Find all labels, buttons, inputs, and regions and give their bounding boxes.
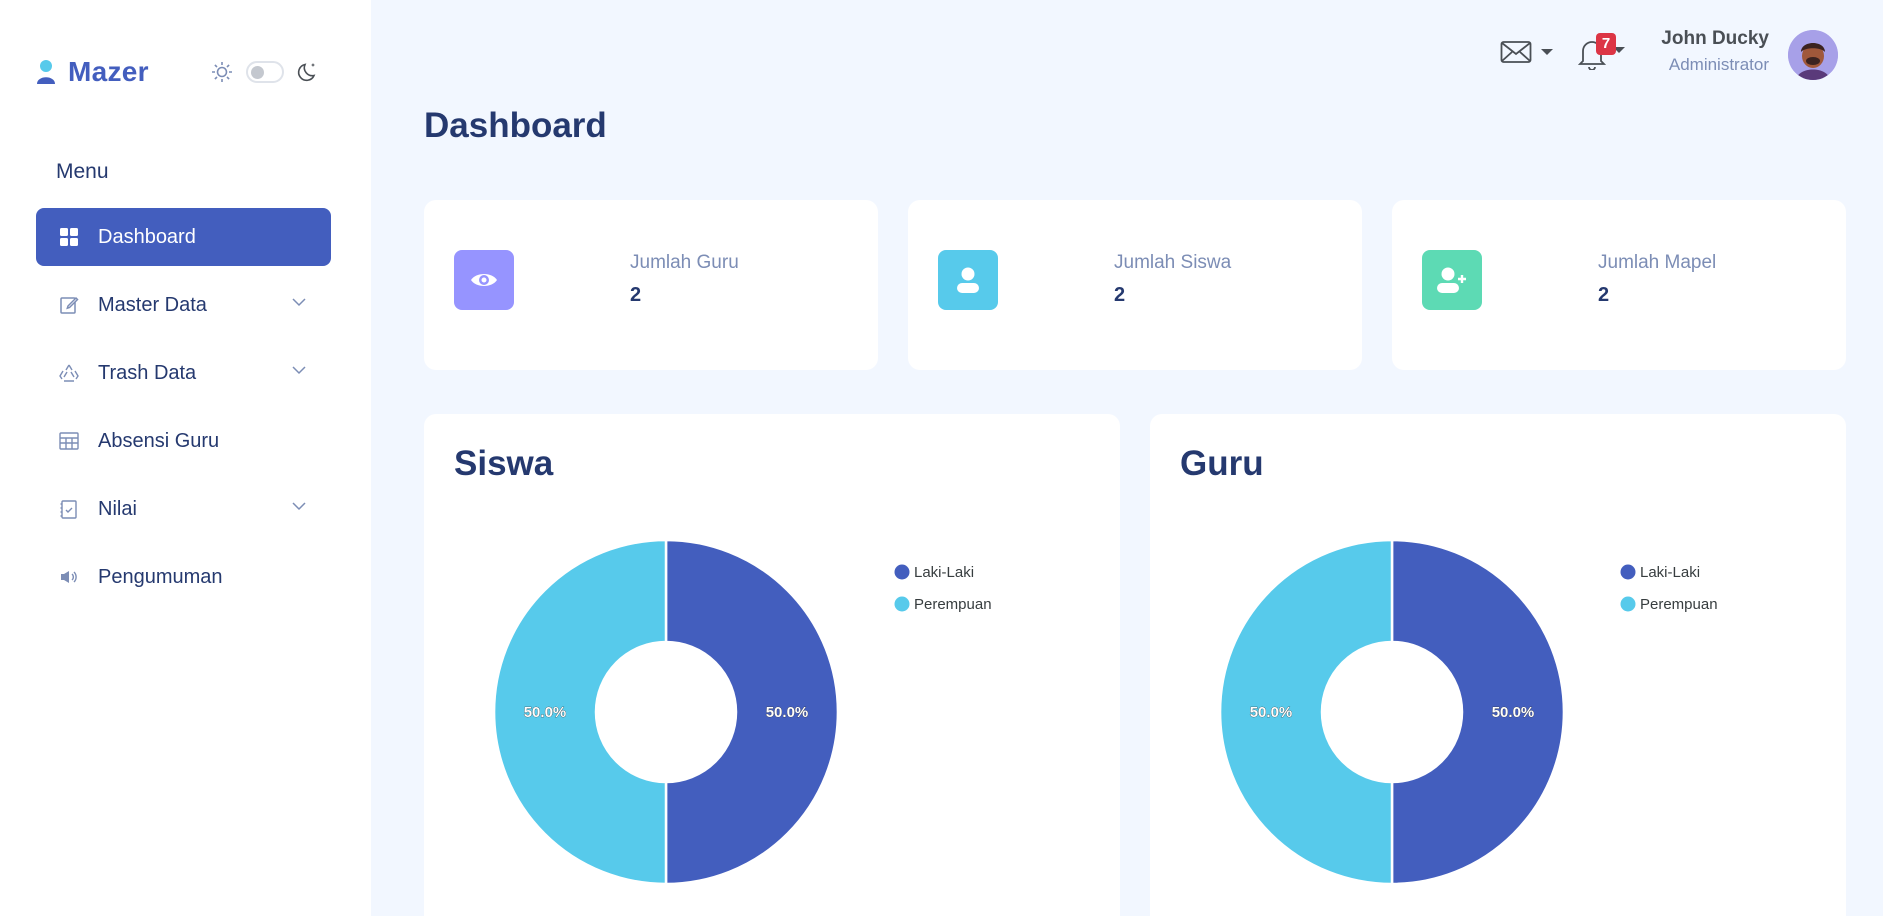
data-label: 50.0% bbox=[524, 704, 567, 721]
donut-slice[interactable] bbox=[664, 538, 840, 886]
legend-label[interactable]: Laki-Laki bbox=[1640, 564, 1700, 581]
legend-marker bbox=[1620, 564, 1636, 580]
legend-marker bbox=[894, 596, 910, 612]
stat-value: 2 bbox=[630, 284, 642, 306]
clipboard-check-icon bbox=[58, 498, 80, 520]
theme-toggle[interactable] bbox=[246, 61, 284, 83]
pencil-square-icon bbox=[58, 294, 80, 316]
avatar[interactable] bbox=[1788, 30, 1838, 80]
envelope-icon bbox=[1500, 41, 1532, 63]
table-icon bbox=[58, 430, 80, 452]
mail-dropdown[interactable] bbox=[1500, 40, 1554, 64]
data-label: 50.0% bbox=[766, 704, 809, 721]
donut-slice[interactable] bbox=[1218, 538, 1394, 886]
sidebar-item-nilai[interactable]: Nilai bbox=[36, 480, 331, 538]
stat-value: 2 bbox=[1114, 284, 1126, 306]
donut-chart-siswa: 50.0% 50.0% Laki-Laki Perempuan bbox=[492, 538, 992, 886]
moon-icon bbox=[297, 63, 316, 82]
notification-dropdown[interactable]: 7 bbox=[1578, 33, 1626, 70]
sidebar-item-pengumuman[interactable]: Pengumuman bbox=[36, 548, 331, 606]
legend-label[interactable]: Perempuan bbox=[914, 596, 992, 613]
caret-down-icon bbox=[1541, 49, 1553, 55]
person-icon bbox=[938, 250, 998, 310]
grid-icon bbox=[58, 226, 80, 248]
stat-label: Jumlah Mapel bbox=[1598, 252, 1717, 273]
sun-icon bbox=[212, 62, 232, 82]
data-label: 50.0% bbox=[1250, 704, 1293, 721]
data-label: 50.0% bbox=[1492, 704, 1535, 721]
stat-value: 2 bbox=[1598, 284, 1610, 306]
stat-card-mapel: Jumlah Mapel 2 bbox=[1392, 200, 1846, 370]
legend-marker bbox=[1620, 596, 1636, 612]
donut-slice[interactable] bbox=[492, 538, 668, 886]
app-name: Mazer bbox=[68, 56, 149, 87]
sidebar-item-label: Absensi Guru bbox=[98, 429, 220, 452]
stat-label: Jumlah Guru bbox=[630, 252, 739, 273]
legend-label[interactable]: Laki-Laki bbox=[914, 564, 974, 581]
chevron-down-icon bbox=[292, 366, 306, 375]
sidebar-menu: Dashboard Master Data Trash Data Absensi… bbox=[36, 208, 331, 616]
stat-card-guru: Jumlah Guru 2 bbox=[424, 200, 878, 370]
donut-slice[interactable] bbox=[1390, 538, 1566, 886]
legend-marker bbox=[894, 564, 910, 580]
person-icon bbox=[37, 60, 55, 84]
person-plus-icon bbox=[1422, 250, 1482, 310]
sidebar-item-master-data[interactable]: Master Data bbox=[36, 276, 331, 334]
theme-switcher bbox=[210, 60, 320, 84]
legend-label[interactable]: Perempuan bbox=[1640, 596, 1718, 613]
sidebar-item-label: Master Data bbox=[98, 293, 207, 316]
logo[interactable]: Mazer bbox=[36, 56, 149, 88]
notification-badge: 7 bbox=[1596, 33, 1616, 55]
menu-title: Menu bbox=[56, 160, 109, 183]
sidebar-item-label: Dashboard bbox=[98, 225, 196, 248]
sidebar-item-label: Nilai bbox=[98, 497, 137, 520]
chart-card-guru: Guru 50.0% 50.0% Laki-Laki Perempuan bbox=[1150, 414, 1846, 916]
user-role: Administrator bbox=[1668, 55, 1769, 74]
user-info[interactable]: John Ducky Administrator bbox=[1661, 28, 1769, 75]
recycle-icon bbox=[58, 362, 80, 384]
page-title: Dashboard bbox=[424, 106, 607, 145]
eye-icon bbox=[454, 250, 514, 310]
sidebar-item-trash-data[interactable]: Trash Data bbox=[36, 344, 331, 402]
donut-chart-guru: 50.0% 50.0% Laki-Laki Perempuan bbox=[1218, 538, 1718, 886]
sidebar-item-label: Trash Data bbox=[98, 361, 197, 384]
chevron-down-icon bbox=[292, 298, 306, 307]
chart-card-siswa: Siswa 50.0% 50.0% Laki-Laki Perempuan bbox=[424, 414, 1120, 916]
megaphone-icon bbox=[58, 566, 80, 588]
sidebar-item-label: Pengumuman bbox=[98, 565, 223, 588]
stat-card-siswa: Jumlah Siswa 2 bbox=[908, 200, 1362, 370]
stat-label: Jumlah Siswa bbox=[1114, 252, 1232, 273]
chevron-down-icon bbox=[292, 502, 306, 511]
sidebar-item-dashboard[interactable]: Dashboard bbox=[36, 208, 331, 266]
sidebar-item-absensi-guru[interactable]: Absensi Guru bbox=[36, 412, 331, 470]
user-name: John Ducky bbox=[1661, 28, 1769, 49]
sidebar: Mazer Menu Dashboard Master Data Trash D… bbox=[0, 0, 371, 916]
